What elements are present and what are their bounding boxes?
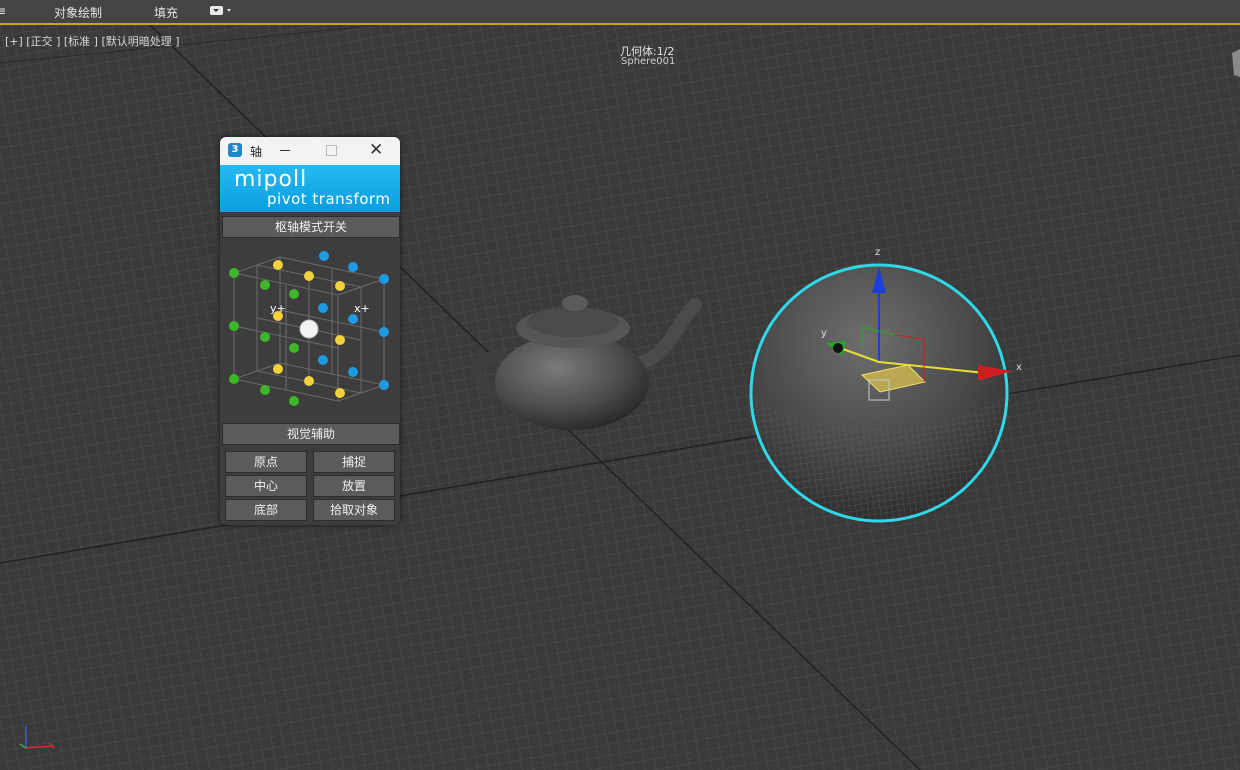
fill-tab[interactable]: 填充	[154, 4, 178, 21]
x-plus-label: x+	[354, 302, 370, 315]
pivot-position-cube: y+ x+	[229, 251, 389, 406]
3dsmax-app-icon: 3	[228, 143, 242, 157]
viewport-scene: z x y	[0, 25, 1240, 770]
maximize-button[interactable]	[312, 137, 352, 165]
mipoll-banner: mipoll pivot transform	[220, 165, 400, 212]
x-axis-label: x	[1016, 362, 1022, 373]
pivot-transform-dialog: 3 轴 ✕ mipoll pivot transform 枢轴模式开关 y+ x…	[220, 137, 400, 525]
world-axis-tripod	[19, 726, 55, 750]
snap-button[interactable]: 捕捉	[313, 451, 395, 473]
minimize-icon	[280, 150, 290, 151]
origin-button[interactable]: 原点	[225, 451, 307, 473]
brand-name: mipoll	[234, 167, 308, 192]
perspective-viewport[interactable]: z x y [+] [正交 ] [标准 ] [默认明暗处理 ] 几何体:1/2 …	[0, 25, 1240, 770]
pick-object-button[interactable]: 拾取对象	[313, 499, 395, 521]
bottom-button[interactable]: 底部	[225, 499, 307, 521]
maximize-icon	[326, 145, 337, 156]
dialog-titlebar[interactable]: 3 轴 ✕	[220, 137, 400, 165]
place-button[interactable]: 放置	[313, 475, 395, 497]
y-plus-label: y+	[270, 302, 286, 315]
dialog-title: 轴	[250, 145, 263, 159]
brand-subtitle: pivot transform	[267, 190, 391, 208]
object-paint-tab[interactable]: 对象绘制	[54, 4, 102, 21]
y-axis-label: y	[821, 328, 827, 339]
viewport-label-menu[interactable]: [+] [正交 ] [标准 ] [默认明暗处理 ]	[5, 33, 180, 49]
close-button[interactable]: ✕	[358, 137, 398, 165]
pivot-mode-toggle-button[interactable]: 枢轴模式开关	[222, 216, 400, 238]
ribbon-edge-label[interactable]: ≡	[0, 4, 6, 18]
selected-object-name: Sphere001	[621, 56, 676, 67]
visual-aid-button[interactable]: 视觉辅助	[222, 423, 400, 445]
z-axis-label: z	[875, 247, 880, 258]
ribbon-toolbar: ≡ 对象绘制 填充	[0, 0, 1240, 25]
center-button[interactable]: 中心	[225, 475, 307, 497]
ribbon-options-icon	[210, 6, 223, 15]
ribbon-options-dropdown[interactable]	[210, 6, 232, 16]
center-node[interactable]	[299, 319, 319, 339]
chevron-down-icon	[227, 9, 231, 12]
minimize-button[interactable]	[266, 137, 306, 165]
close-icon: ✕	[369, 140, 384, 160]
